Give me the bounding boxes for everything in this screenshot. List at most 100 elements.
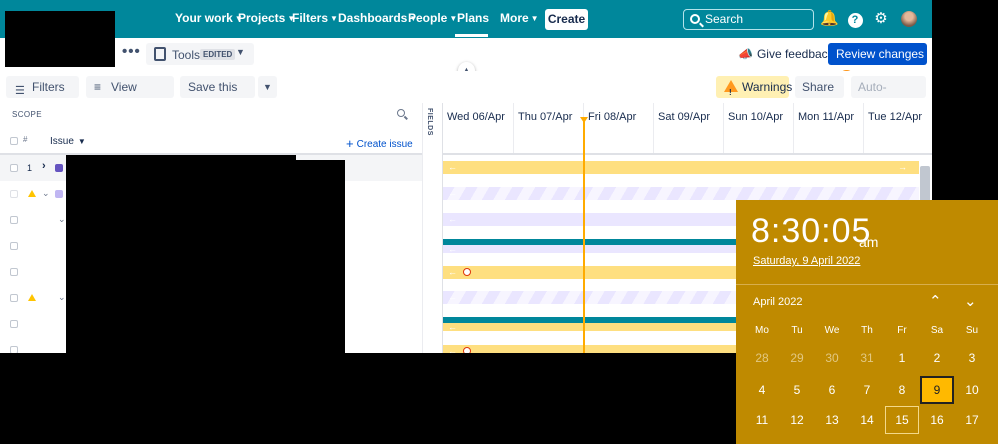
epic-icon bbox=[55, 164, 63, 172]
timeline-header-divider bbox=[443, 153, 932, 155]
weekday-label: Su bbox=[965, 325, 979, 336]
calendar-day[interactable]: 16 bbox=[920, 406, 954, 434]
calendar-day[interactable]: 2 bbox=[920, 344, 954, 372]
calendar-day[interactable]: 8 bbox=[885, 376, 919, 404]
calendar-day[interactable]: 30 bbox=[815, 344, 849, 372]
review-changes-button[interactable]: Review changes2 bbox=[828, 43, 927, 82]
calendar-day[interactable]: 12 bbox=[780, 406, 814, 434]
search-icon[interactable] bbox=[397, 109, 405, 117]
nav-projects[interactable]: Projects ▼ bbox=[238, 11, 295, 25]
nav-dashboards[interactable]: Dashboards ▼ bbox=[338, 11, 417, 25]
tools-label: Tools bbox=[172, 48, 201, 62]
clock-date-link[interactable]: Saturday, 9 April 2022 bbox=[753, 255, 860, 267]
row-checkbox[interactable] bbox=[10, 320, 18, 328]
calendar-day[interactable]: 4 bbox=[745, 376, 779, 404]
calendar-day[interactable]: 28 bbox=[745, 344, 779, 372]
today-line bbox=[583, 121, 585, 353]
link-icon bbox=[463, 347, 471, 353]
select-all-checkbox[interactable] bbox=[10, 137, 18, 145]
redacted-issue-title bbox=[66, 155, 296, 163]
filters-button[interactable]: ☰Filters2 bbox=[6, 76, 79, 115]
fields-column[interactable] bbox=[422, 103, 443, 353]
arrow-left-icon: ← bbox=[448, 244, 457, 254]
timeline-bar[interactable]: ← bbox=[443, 187, 919, 200]
tools-dropdown[interactable]: Tools EDITED ▼ bbox=[146, 43, 254, 65]
divider bbox=[736, 284, 998, 285]
chevron-down-icon[interactable]: ⌄ bbox=[58, 214, 66, 225]
calendar-day[interactable]: 1 bbox=[885, 344, 919, 372]
create-issue-label: Create issue bbox=[356, 139, 413, 150]
timeline-day: Fri 08/Apr bbox=[583, 103, 653, 153]
calendar-day[interactable]: 10 bbox=[955, 376, 989, 404]
calendar-day[interactable]: 29 bbox=[780, 344, 814, 372]
calendar-day[interactable]: 3 bbox=[955, 344, 989, 372]
calendar-day[interactable]: 31 bbox=[850, 344, 884, 372]
clock-calendar-flyout: 8:30:05 am Saturday, 9 April 2022 April … bbox=[736, 200, 998, 444]
top-navigation: Your work ▼ Projects ▼ Filters ▼ Dashboards… bbox=[0, 0, 932, 67]
calendar-day[interactable]: 5 bbox=[780, 376, 814, 404]
timeline-day: Sat 09/Apr bbox=[653, 103, 723, 153]
row-checkbox[interactable] bbox=[10, 242, 18, 250]
redacted-issue-titles bbox=[66, 160, 345, 353]
warnings-button[interactable]: Warnings bbox=[716, 76, 793, 104]
view-settings-button[interactable]: ≡View settings bbox=[86, 76, 174, 116]
create-issue-button[interactable]: + Create issue bbox=[346, 136, 413, 151]
row-checkbox[interactable] bbox=[10, 294, 18, 302]
review-label: Review changes bbox=[836, 47, 925, 61]
create-button[interactable]: Create bbox=[545, 9, 588, 30]
nav-people[interactable]: People ▼ bbox=[408, 11, 457, 25]
row-checkbox[interactable] bbox=[10, 164, 18, 172]
calendar-day-highlight[interactable]: 15 bbox=[885, 406, 919, 434]
chevron-right-icon[interactable]: › bbox=[42, 160, 46, 172]
settings-gear-icon[interactable]: ⚙ bbox=[872, 10, 890, 28]
edited-badge: EDITED bbox=[200, 49, 236, 60]
clock-time: 8:30:05 bbox=[751, 212, 872, 250]
save-view-button[interactable]: Save this view bbox=[180, 76, 255, 116]
chevron-down-icon[interactable]: ⌄ bbox=[58, 292, 66, 303]
calendar-day[interactable]: 14 bbox=[850, 406, 884, 434]
chevron-down-icon[interactable]: ⌄ bbox=[964, 292, 977, 310]
weekday-label: Tu bbox=[791, 325, 803, 336]
column-issue-header[interactable]: Issue ▼ bbox=[50, 136, 86, 147]
help-icon[interactable]: ? bbox=[846, 10, 864, 28]
calendar-month[interactable]: April 2022 bbox=[753, 296, 803, 308]
give-feedback-button[interactable]: 📣 Give feedback bbox=[738, 47, 834, 61]
nav-more[interactable]: More ▼ bbox=[500, 11, 539, 25]
nav-plans[interactable]: Plans bbox=[457, 11, 489, 25]
calendar-day[interactable]: 7 bbox=[850, 376, 884, 404]
row-checkbox[interactable] bbox=[10, 268, 18, 276]
calendar-day[interactable]: 6 bbox=[815, 376, 849, 404]
megaphone-icon: 📣 bbox=[738, 47, 753, 61]
weekday-label: Th bbox=[861, 325, 873, 336]
timeline-day: Sun 10/Apr bbox=[723, 103, 793, 153]
calendar-day-selected[interactable]: 9 bbox=[920, 376, 954, 404]
nav-your-work[interactable]: Your work ▼ bbox=[175, 11, 243, 25]
timeline-scrollbar[interactable] bbox=[920, 166, 930, 202]
timeline-bar[interactable]: ← → bbox=[443, 161, 919, 174]
search-input[interactable]: Search bbox=[683, 9, 814, 30]
arrow-left-icon: ← bbox=[448, 267, 457, 277]
share-as-button[interactable]: Share as bbox=[795, 76, 844, 116]
chevron-down-icon: ▼ bbox=[263, 82, 272, 92]
chevron-down-icon[interactable]: ⌄ bbox=[42, 188, 50, 199]
warnings-label: Warnings bbox=[742, 80, 793, 94]
timeline-day: Wed 06/Apr bbox=[447, 111, 505, 123]
nav-filters[interactable]: Filters ▼ bbox=[292, 11, 338, 25]
active-nav-indicator bbox=[455, 34, 488, 37]
redacted-logo bbox=[5, 11, 115, 67]
row-checkbox[interactable] bbox=[10, 346, 18, 353]
scope-panel: SCOPE # Issue ▼ + Create issue 1 › ⌄ ⌄ ⌄ bbox=[0, 103, 422, 353]
calendar-day[interactable]: 17 bbox=[955, 406, 989, 434]
more-actions-button[interactable]: ••• bbox=[122, 43, 141, 60]
calendar-day[interactable]: 13 bbox=[815, 406, 849, 434]
row-checkbox[interactable] bbox=[10, 216, 18, 224]
notifications-icon[interactable]: 🔔 bbox=[820, 10, 839, 28]
chevron-up-icon[interactable]: ⌃ bbox=[929, 292, 942, 310]
auto-schedule-button: Auto-schedule bbox=[851, 76, 926, 116]
calendar-day[interactable]: 11 bbox=[745, 406, 779, 434]
row-checkbox[interactable] bbox=[10, 190, 18, 198]
weekday-label: Sa bbox=[930, 325, 944, 336]
save-view-dropdown[interactable]: ▼ bbox=[258, 76, 277, 98]
weekday-label: Fr bbox=[897, 325, 907, 336]
user-avatar[interactable] bbox=[901, 11, 917, 27]
